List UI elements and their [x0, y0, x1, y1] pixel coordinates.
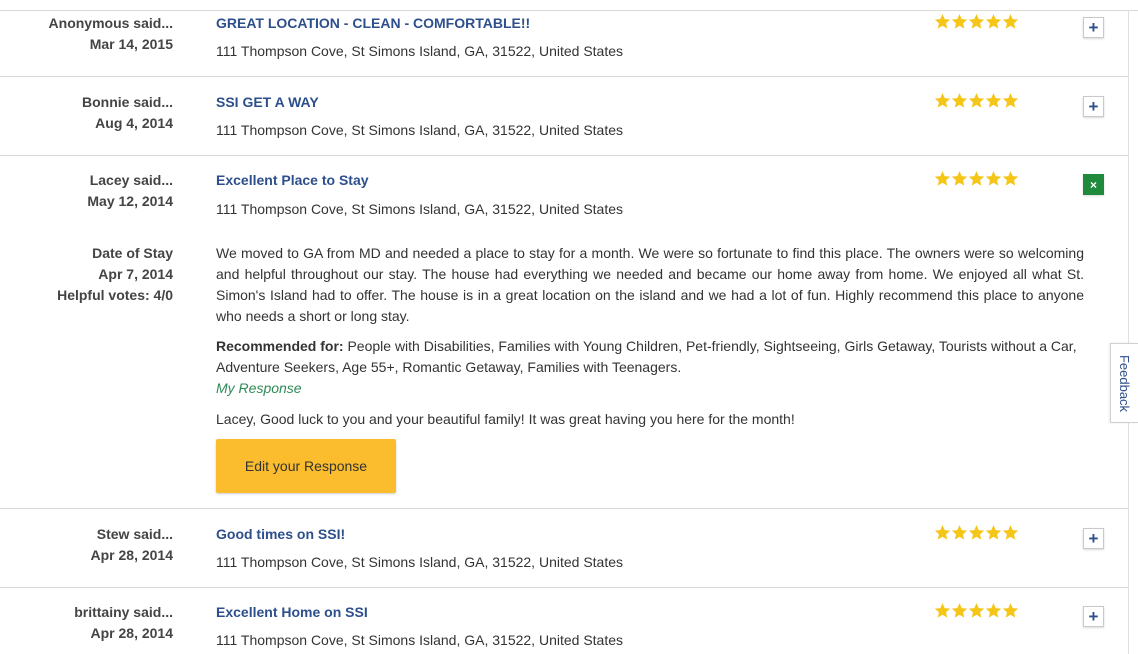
star-rating [934, 170, 1019, 190]
review-divider [0, 587, 1128, 588]
review-divider [0, 76, 1128, 77]
star-icon [1002, 525, 1019, 540]
review-divider [0, 155, 1128, 156]
expand-button[interactable]: + [1083, 17, 1104, 38]
star-icon [951, 93, 968, 108]
feedback-label: Feedback [1117, 354, 1132, 412]
star-icon [951, 171, 968, 186]
review-date: Aug 4, 2014 [95, 115, 173, 131]
star-icon [1002, 93, 1019, 108]
star-icon [985, 14, 1002, 29]
star-icon [968, 525, 985, 540]
star-icon [934, 171, 951, 186]
recommended-label: Recommended for: [216, 338, 344, 354]
expand-button[interactable]: + [1083, 96, 1104, 117]
review-author: Bonnie said... [81, 94, 173, 110]
star-icon [968, 14, 985, 29]
review-meta: brittainy said... Apr 28, 2014 [0, 602, 173, 644]
review-title[interactable]: Excellent Place to Stay [216, 170, 369, 190]
review-address: 111 Thompson Cove, St Simons Island, GA,… [216, 632, 624, 648]
review-author: Lacey said... [89, 172, 173, 188]
stay-meta: Date of Stay Apr 7, 2014 Helpful votes: … [0, 243, 173, 306]
star-icon [951, 14, 968, 29]
review-meta: Bonnie said... Aug 4, 2014 [0, 92, 173, 134]
star-icon [985, 171, 1002, 186]
review-meta: Lacey said... May 12, 2014 [0, 170, 173, 212]
star-icon [968, 93, 985, 108]
right-rail-divider [1128, 10, 1129, 654]
recommended-list: People with Disabilities, Families with … [216, 338, 1077, 375]
review-title[interactable]: Excellent Home on SSI [216, 602, 368, 622]
star-rating [934, 13, 1019, 33]
review-divider [0, 508, 1128, 509]
review-body: We moved to GA from MD and needed a plac… [216, 245, 1084, 324]
review-address: 111 Thompson Cove, St Simons Island, GA,… [216, 122, 624, 138]
review-meta: Stew said... Apr 28, 2014 [0, 524, 174, 566]
review-address: 111 Thompson Cove, St Simons Island, GA,… [216, 43, 624, 59]
review-title[interactable]: SSI GET A WAY [216, 92, 319, 112]
review-date: May 12, 2014 [87, 193, 173, 209]
star-icon [934, 525, 951, 540]
star-rating [934, 524, 1019, 544]
star-icon [968, 171, 985, 186]
star-icon [968, 603, 985, 618]
date-of-stay-label: Date of Stay [92, 245, 173, 261]
review-address: 111 Thompson Cove, St Simons Island, GA,… [216, 554, 624, 570]
star-icon [1002, 603, 1019, 618]
my-response-label: My Response [216, 380, 302, 396]
star-icon [951, 525, 968, 540]
top-divider [0, 10, 1138, 11]
review-date: Mar 14, 2015 [89, 36, 173, 52]
review-title[interactable]: GREAT LOCATION - CLEAN - COMFORTABLE!! [216, 13, 530, 33]
review-author: Anonymous said... [48, 15, 173, 31]
expand-button[interactable]: + [1083, 528, 1104, 549]
response-text: Lacey, Good luck to you and your beautif… [216, 411, 795, 427]
collapse-button[interactable]: × [1083, 174, 1104, 195]
review-date: Apr 28, 2014 [90, 625, 174, 641]
expand-button[interactable]: + [1083, 606, 1104, 627]
star-rating [934, 602, 1019, 622]
review-address: 111 Thompson Cove, St Simons Island, GA,… [216, 201, 624, 217]
star-icon [1002, 171, 1019, 186]
star-icon [934, 14, 951, 29]
review-author: brittainy said... [74, 604, 173, 620]
date-of-stay: Apr 7, 2014 [98, 266, 173, 282]
edit-response-button[interactable]: Edit your Response [216, 439, 396, 493]
star-icon [934, 93, 951, 108]
recommended-for: Recommended for: People with Disabilitie… [216, 336, 1084, 378]
review-meta: Anonymous said... Mar 14, 2015 [0, 13, 173, 55]
star-icon [985, 525, 1002, 540]
feedback-tab[interactable]: Feedback [1110, 343, 1138, 423]
star-icon [934, 603, 951, 618]
helpful-votes: Helpful votes: 4/0 [57, 287, 173, 303]
star-icon [1002, 14, 1019, 29]
star-rating [934, 92, 1019, 112]
review-title[interactable]: Good times on SSI! [216, 524, 345, 544]
star-icon [985, 603, 1002, 618]
review-date: Apr 28, 2014 [90, 547, 174, 563]
star-icon [985, 93, 1002, 108]
star-icon [951, 603, 968, 618]
review-author: Stew said... [96, 526, 173, 542]
